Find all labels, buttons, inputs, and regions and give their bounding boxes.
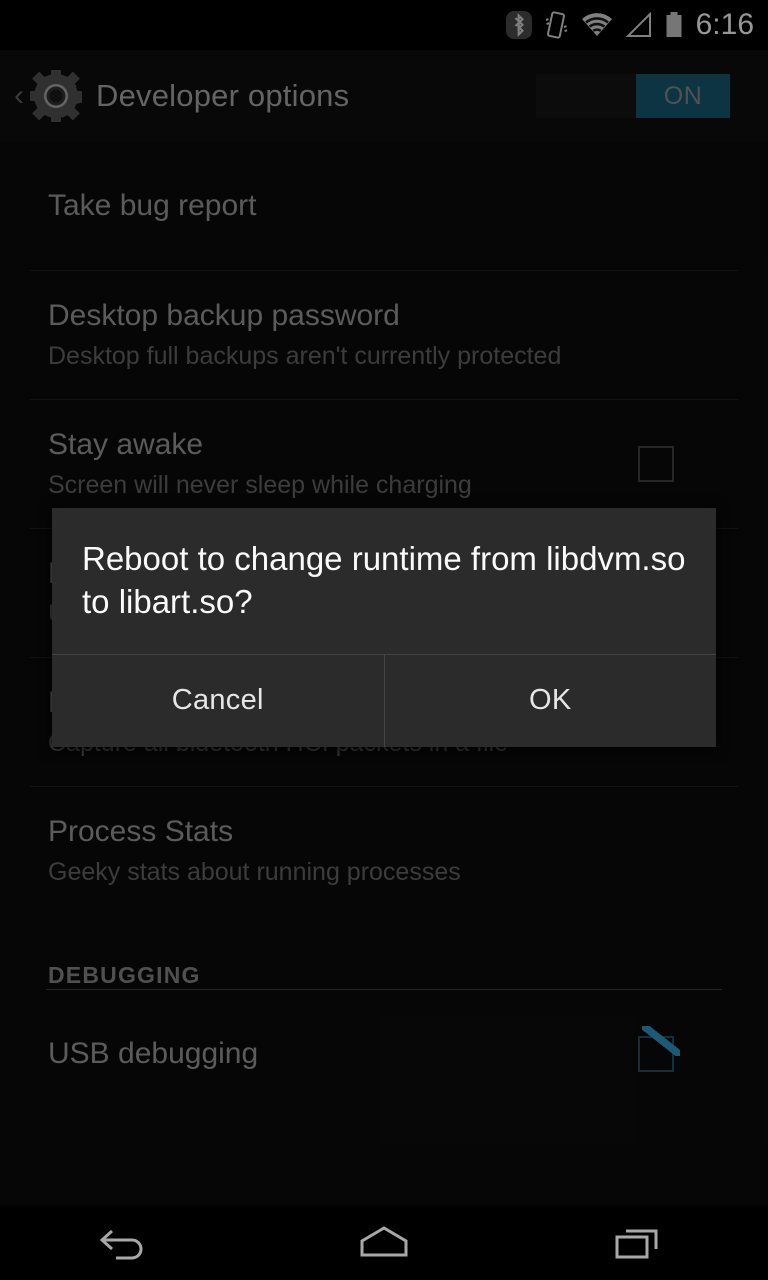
action-bar: ‹ Developer options ON [0, 50, 768, 142]
status-bar: 6:16 [0, 0, 768, 50]
bluetooth-icon [505, 11, 532, 39]
list-item-texts: Desktop backup password Desktop full bac… [48, 298, 720, 371]
checkbox-stay-awake[interactable] [638, 446, 674, 482]
list-item-process-stats[interactable]: Process Stats Geeky stats about running … [0, 787, 768, 915]
reboot-runtime-dialog: Reboot to change runtime from libdvm.so … [52, 508, 716, 747]
navigation-bar [0, 1206, 768, 1280]
ok-button[interactable]: OK [385, 655, 717, 747]
list-item-summary: Desktop full backups aren't currently pr… [48, 341, 562, 370]
developer-options-master-switch[interactable]: ON [536, 74, 730, 118]
checkbox-usb-debugging[interactable] [638, 1036, 674, 1072]
list-item-title: Take bug report [48, 188, 257, 222]
page-title: Developer options [96, 78, 350, 113]
back-icon [99, 1229, 143, 1260]
list-item-texts: Stay awake Screen will never sleep while… [48, 427, 618, 500]
list-item-title: Process Stats [48, 814, 234, 848]
list-item-desktop-backup-password[interactable]: Desktop backup password Desktop full bac… [0, 271, 768, 399]
master-switch-label: ON [636, 74, 730, 118]
status-icons [505, 10, 684, 40]
list-item-take-bug-report[interactable]: Take bug report [0, 142, 768, 270]
android-screen: 6:16 ‹ Developer options ON Take bug rep… [0, 0, 768, 1280]
cell-signal-icon [625, 11, 651, 37]
list-item-texts: Process Stats Geeky stats about running … [48, 814, 720, 887]
dialog-message: Reboot to change runtime from libdvm.so … [82, 540, 686, 620]
nav-recents-button[interactable] [512, 1206, 768, 1280]
status-bar-clock: 6:16 [695, 8, 754, 41]
battery-icon [666, 12, 682, 37]
list-item-title: Desktop backup password [48, 298, 400, 332]
list-item-title: Stay awake [48, 427, 204, 461]
dialog-body: Reboot to change runtime from libdvm.so … [52, 508, 716, 654]
wifi-icon [581, 13, 612, 36]
list-item-usb-debugging[interactable]: USB debugging [0, 990, 768, 1118]
recents-icon [615, 1229, 658, 1259]
nav-back-button[interactable] [0, 1206, 256, 1280]
list-item-summary: Screen will never sleep while charging [48, 470, 472, 499]
cancel-button[interactable]: Cancel [52, 655, 384, 747]
section-header-debugging: DEBUGGING [48, 962, 201, 988]
gear-icon [30, 70, 82, 122]
dialog-button-bar: Cancel OK [52, 654, 717, 747]
list-item-summary: Geeky stats about running processes [48, 857, 461, 886]
list-item-texts: USB debugging [48, 1036, 618, 1070]
list-item-texts: Take bug report [48, 188, 720, 222]
up-chevron-icon[interactable]: ‹ [8, 81, 30, 111]
nav-home-button[interactable] [256, 1206, 512, 1280]
list-item-title: USB debugging [48, 1036, 259, 1070]
home-icon [360, 1226, 408, 1257]
vibrate-icon [545, 11, 568, 39]
